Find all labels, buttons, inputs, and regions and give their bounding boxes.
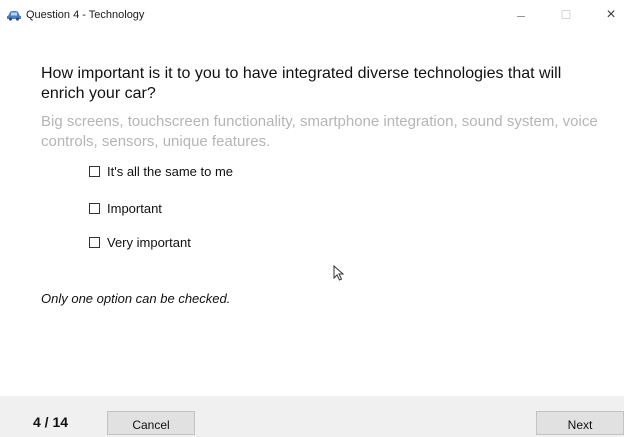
title-bar[interactable]: Question 4 - Technology – ☐ × (0, 0, 624, 30)
minimize-button[interactable]: – (510, 6, 532, 24)
next-button[interactable]: Next (536, 411, 624, 435)
question-panel: How important is it to you to have integ… (0, 30, 624, 396)
option-label: It's all the same to me (107, 164, 234, 179)
survey-window: Question 4 - Technology – ☐ × How import… (0, 0, 624, 436)
mouse-cursor-icon (333, 265, 345, 281)
question-text: How important is it to you to have integ… (41, 65, 562, 102)
window-title: Question 4 - Technology (26, 9, 145, 21)
option-label: Important (107, 201, 162, 216)
option-all-the-same[interactable]: It's all the same to me (89, 164, 233, 179)
question-description: Big screens, touchscreen functionality, … (41, 113, 598, 150)
footer-bar: 4 / 14 Cancel Next (0, 396, 624, 436)
checkbox[interactable] (89, 166, 100, 177)
cancel-button[interactable]: Cancel (107, 411, 195, 435)
car-icon (7, 11, 21, 21)
checkbox[interactable] (89, 203, 100, 214)
question-counter: 4 / 14 (33, 414, 69, 430)
option-very-important[interactable]: Very important (89, 235, 191, 250)
maximize-button[interactable]: ☐ (555, 6, 577, 24)
hint-text: Only one option can be checked. (41, 291, 231, 306)
option-important[interactable]: Important (89, 201, 162, 216)
close-button[interactable]: × (600, 6, 622, 24)
option-label: Very important (107, 235, 191, 250)
checkbox[interactable] (89, 237, 100, 248)
